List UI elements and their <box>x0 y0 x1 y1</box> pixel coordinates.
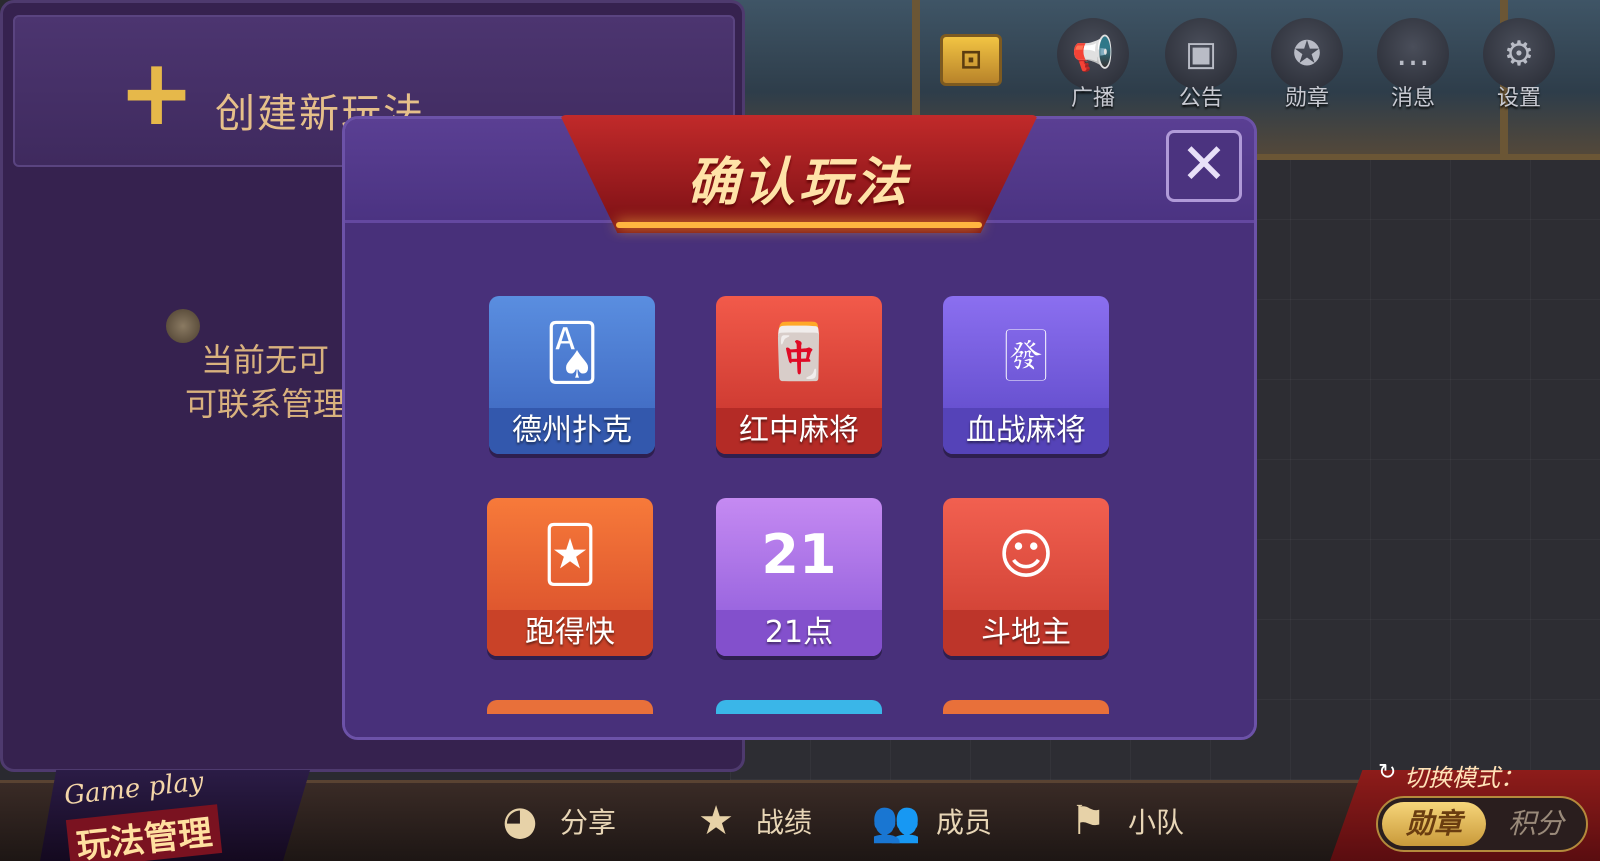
mode-option-points[interactable]: 积分 <box>1486 802 1586 846</box>
game-tile-paodekuai[interactable]: 🃏 跑得快 <box>487 498 653 656</box>
game-tile-partial[interactable] <box>487 700 653 714</box>
team-label: 小队 <box>1128 806 1185 839</box>
safe-box-icon[interactable]: ⊡ <box>940 34 1002 86</box>
broadcast-label: 广播 <box>1070 86 1115 111</box>
close-button[interactable]: ✕ <box>1166 130 1242 202</box>
team-button[interactable]: ⚑ 小队 <box>1056 792 1184 850</box>
members-icon: 👥 <box>871 798 921 845</box>
dialog-title: 确认玩法 <box>686 153 911 213</box>
game-tile-texas-holdem[interactable]: 🂡 德州扑克 <box>489 296 655 454</box>
game-tile-label: 21点 <box>716 610 882 656</box>
plus-icon: + <box>118 39 196 146</box>
mahjong-green-tile-icon: 🀅 <box>1004 320 1048 383</box>
refresh-icon: ↻ <box>1378 760 1397 785</box>
blackjack-icon: 21 <box>761 522 837 586</box>
records-label: 战绩 <box>756 806 813 839</box>
empty-message-line1: 当前无可 <box>201 341 330 379</box>
share-button[interactable]: ◕ 分享 <box>488 792 616 850</box>
game-tile-xuezhan-mahjong[interactable]: 🀅 血战麻将 <box>943 296 1109 454</box>
broadcast-button[interactable]: 📢 广播 <box>1050 18 1136 118</box>
notice-button[interactable]: ▣ 公告 <box>1158 18 1244 118</box>
game-tile-hongzhong-mahjong[interactable]: 🀄 红中麻将 <box>716 296 882 454</box>
dialog-title-glow <box>616 222 982 228</box>
medal-button[interactable]: ✪ 勋章 <box>1264 18 1350 118</box>
message-label: 消息 <box>1390 86 1435 111</box>
game-tile-label: 斗地主 <box>943 610 1109 656</box>
game-tile-label: 德州扑克 <box>489 408 655 454</box>
notice-label: 公告 <box>1178 86 1223 111</box>
medal-label: 勋章 <box>1284 86 1329 111</box>
mode-toggle[interactable]: 勋章 积分 <box>1376 796 1588 852</box>
wechat-icon: ◕ <box>502 798 538 844</box>
game-tile-label: 血战麻将 <box>943 408 1109 454</box>
mode-switch-label: 切换模式： <box>1404 764 1524 792</box>
flag-icon: ⚑ <box>1070 798 1106 844</box>
settings-button[interactable]: ⚙ 设置 <box>1476 18 1562 118</box>
empty-message-line2: 可联系管理 <box>185 385 346 423</box>
game-tile-partial[interactable] <box>943 700 1109 714</box>
game-tile-doudizhu[interactable]: ☺ 斗地主 <box>943 498 1109 656</box>
message-button[interactable]: … 消息 <box>1370 18 1456 118</box>
coin-icon <box>166 309 200 343</box>
game-tile-blackjack[interactable]: 21 21点 <box>716 498 882 656</box>
game-tile-label: 红中麻将 <box>716 408 882 454</box>
card-fan-icon: 🃏 <box>542 522 598 586</box>
game-tile-label: 跑得快 <box>487 610 653 656</box>
records-button[interactable]: ★ 战绩 <box>684 792 812 850</box>
mahjong-red-tile-icon: 🀄 <box>765 320 833 383</box>
members-label: 成员 <box>936 806 993 839</box>
share-label: 分享 <box>560 806 617 839</box>
trophy-medal-icon: ★ <box>698 798 734 844</box>
members-button[interactable]: 👥 成员 <box>864 792 992 850</box>
settings-label: 设置 <box>1496 86 1541 111</box>
game-tile-partial[interactable] <box>716 700 882 714</box>
landlord-character-icon: ☺ <box>997 522 1055 586</box>
poker-cards-icon: 🂡 <box>544 320 600 384</box>
mode-option-medal[interactable]: 勋章 <box>1382 802 1486 846</box>
